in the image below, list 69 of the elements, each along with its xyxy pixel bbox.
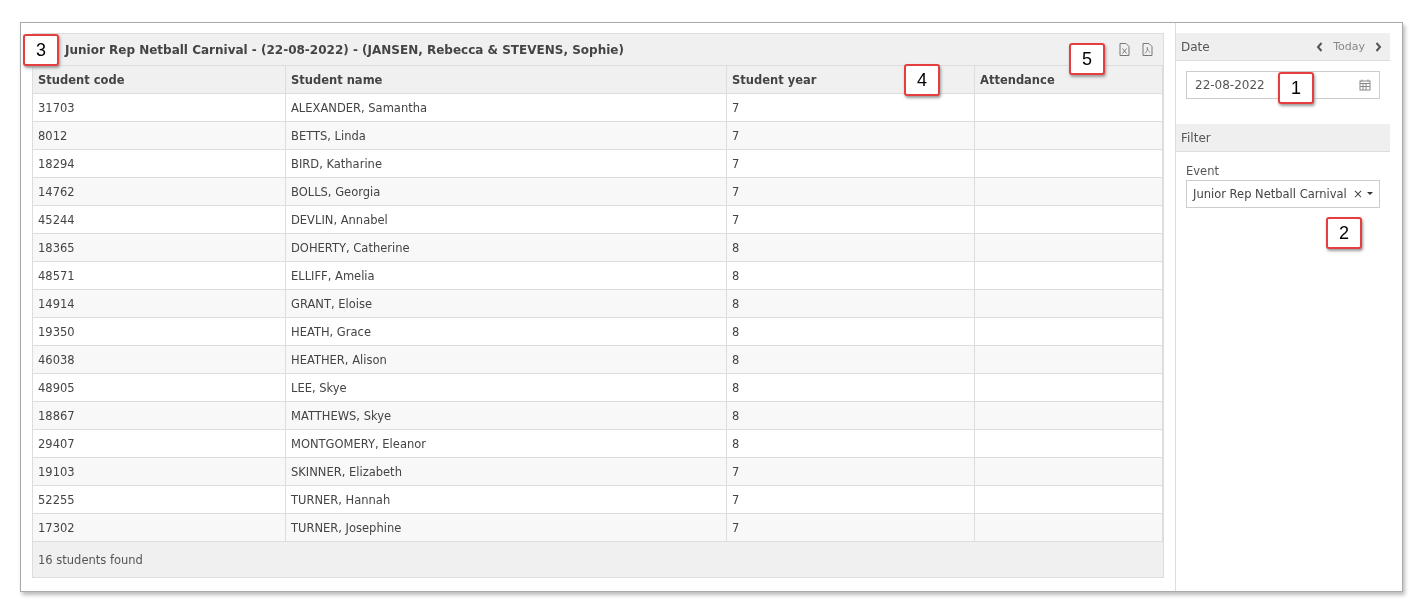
chevron-right-icon[interactable] [1375,41,1382,52]
table-cell: 18294 [33,149,286,178]
table-cell: 8 [726,429,975,458]
table-cell: SKINNER, Elizabeth [285,457,727,486]
table-cell: 52255 [33,485,286,514]
filter-heading: Filter [1181,130,1211,145]
table-cell: 31703 [33,93,286,122]
table-cell: 8012 [33,121,286,150]
column-header[interactable]: Student name [285,66,727,94]
table-cell: ELLIFF, Amelia [285,261,727,290]
chevron-left-icon[interactable] [1316,41,1324,52]
table-cell: 48571 [33,261,286,290]
table-cell: 14762 [33,177,286,206]
table-cell: HEATH, Grace [285,317,727,346]
table-cell: 14914 [33,289,286,318]
event-select[interactable]: Junior Rep Netball Carnival × [1186,180,1380,208]
callout-marker: 3 [23,34,59,66]
table-cell: MONTGOMERY, Eleanor [285,429,727,458]
table-cell: 17302 [33,513,286,542]
table-cell: 18867 [33,401,286,430]
pdf-export-icon[interactable] [1142,43,1153,56]
callout-marker: 4 [904,64,940,96]
table-cell: 7 [726,457,975,486]
excel-export-icon[interactable] [1119,43,1130,56]
table-cell: BETTS, Linda [285,121,727,150]
table-cell: 7 [726,93,975,122]
table-cell: 18365 [33,233,286,262]
table-cell: HEATHER, Alison [285,345,727,374]
table-cell: BOLLS, Georgia [285,177,727,206]
table-cell: TURNER, Josephine [285,513,727,542]
column-header[interactable]: Student code [33,66,286,94]
result-count: 16 students found [38,552,143,567]
table-cell: DEVLIN, Annabel [285,205,727,234]
table-cell: 8 [726,261,975,290]
calendar-icon[interactable] [1359,79,1371,91]
table-cell: 7 [726,177,975,206]
panel-title: Junior Rep Netball Carnival - (22-08-2022) - (JANSEN, Rebecca & STEVENS, Sophie) [65,42,624,57]
table-cell: 7 [726,205,975,234]
table-cell: 8 [726,233,975,262]
table-cell: 7 [726,513,975,542]
table-cell: 8 [726,289,975,318]
table-cell: 8 [726,373,975,402]
table-cell: 45244 [33,205,286,234]
table-cell: LEE, Skye [285,373,727,402]
table-cell: 8 [726,317,975,346]
caret-icon [1367,192,1373,196]
callout-marker: 2 [1326,217,1362,249]
table-cell: 19103 [33,457,286,486]
clear-icon[interactable]: × [1352,187,1363,201]
table-cell: 48905 [33,373,286,402]
table-cell: 46038 [33,345,286,374]
callout-marker: 5 [1069,43,1105,75]
table-cell: 19350 [33,317,286,346]
table-cell: BIRD, Katharine [285,149,727,178]
date-heading: Date [1181,39,1210,54]
field-label: Event [1186,164,1220,178]
table-cell: 8 [726,401,975,430]
table-cell: DOHERTY, Catherine [285,233,727,262]
table-cell: 8 [726,345,975,374]
table-cell: ALEXANDER, Samantha [285,93,727,122]
column-header[interactable]: Attendance [974,66,1163,94]
callout-marker: 1 [1278,72,1314,104]
table-cell: 29407 [33,429,286,458]
table-cell: GRANT, Eloise [285,289,727,318]
table-cell: MATTHEWS, Skye [285,401,727,430]
table-cell: TURNER, Hannah [285,485,727,514]
table-cell: 7 [726,121,975,150]
table-cell: 7 [726,485,975,514]
table-cell: 7 [726,149,975,178]
